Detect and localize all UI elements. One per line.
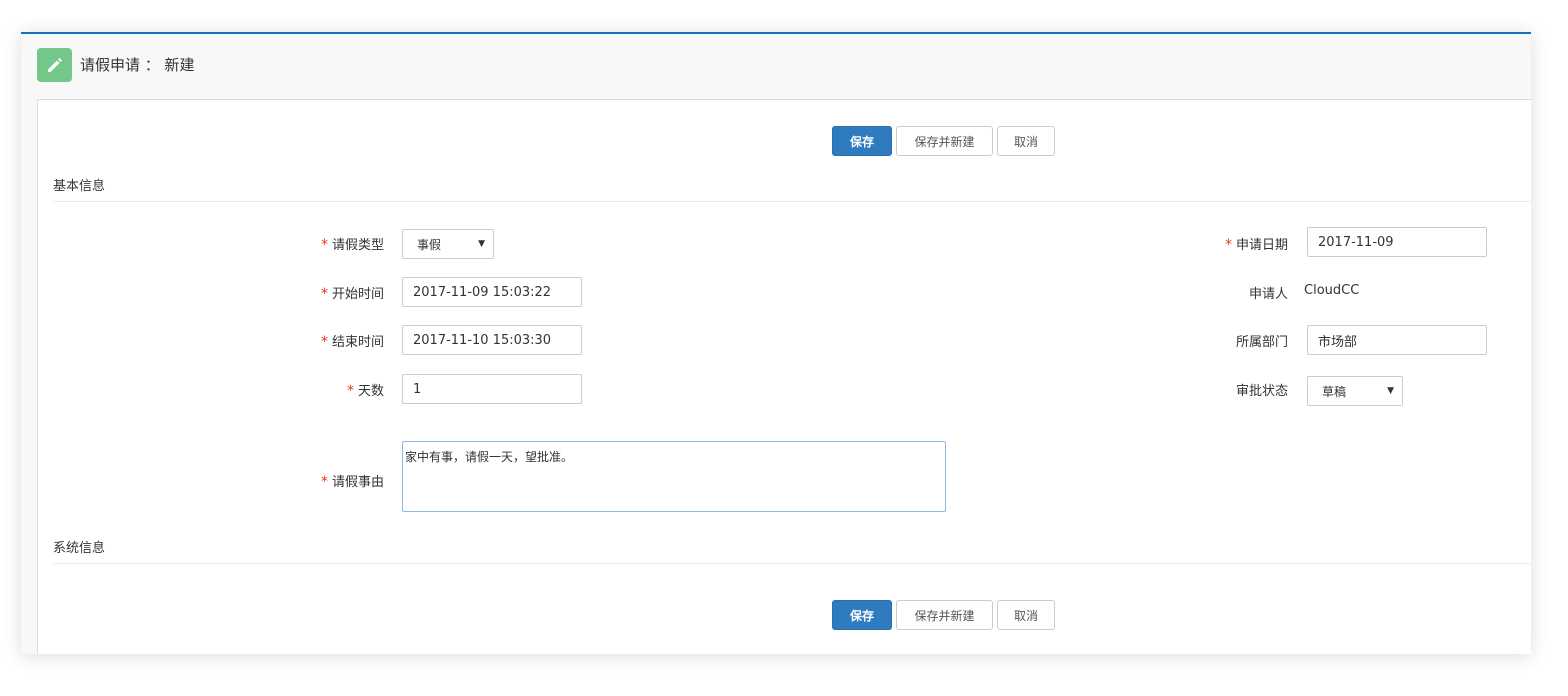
required-mark: * <box>320 334 328 350</box>
caret-down-icon: ▼ <box>478 239 485 249</box>
end-time-label: * 结束时间 <box>320 334 384 350</box>
cancel-button[interactable]: 取消 <box>997 126 1055 156</box>
section-divider <box>53 563 1531 564</box>
top-button-row: 保存 保存并新建 取消 <box>832 126 1055 156</box>
page-title: 请假申请 ： 新建 <box>80 56 195 74</box>
required-mark: * <box>320 474 328 490</box>
caret-down-icon: ▼ <box>1387 386 1394 396</box>
section-divider <box>53 201 1531 202</box>
applicant-value: CloudCC <box>1304 283 1360 298</box>
section-title-system: 系统信息 <box>53 541 106 556</box>
save-button[interactable]: 保存 <box>832 600 892 630</box>
approval-status-select[interactable]: 草稿 ▼ <box>1307 376 1403 406</box>
section-title-basic: 基本信息 <box>53 179 106 194</box>
pencil-icon <box>37 48 72 82</box>
apply-date-label: * 申请日期 <box>1224 237 1288 253</box>
form-body: 保存 保存并新建 取消 基本信息 * 请假类型 事假 ▼ * 开始时间 2017-11… <box>37 99 1531 654</box>
apply-date-input[interactable]: 2017-11-09 <box>1307 227 1487 257</box>
save-and-new-button[interactable]: 保存并新建 <box>896 126 993 156</box>
reason-textarea[interactable]: 家中有事，请假一天，望批准。 <box>402 441 946 512</box>
leave-type-select[interactable]: 事假 ▼ <box>402 229 494 259</box>
required-mark: * <box>1224 237 1232 253</box>
leave-type-label: * 请假类型 <box>320 237 384 253</box>
save-and-new-button[interactable]: 保存并新建 <box>896 600 993 630</box>
end-time-input[interactable]: 2017-11-10 15:03:30 <box>402 325 582 355</box>
reason-label: * 请假事由 <box>320 474 384 490</box>
department-label: 所属部门 <box>1235 335 1288 350</box>
required-mark: * <box>346 383 354 399</box>
applicant-label: 申请人 <box>1248 287 1288 302</box>
required-mark: * <box>320 237 328 253</box>
approval-status-label: 审批状态 <box>1235 384 1288 399</box>
start-time-input[interactable]: 2017-11-09 15:03:22 <box>402 277 582 307</box>
days-input[interactable]: 1 <box>402 374 582 404</box>
bottom-button-row: 保存 保存并新建 取消 <box>832 600 1055 630</box>
form-card: 请假申请 ： 新建 保存 保存并新建 取消 基本信息 * 请假类型 事假 ▼ * 开始… <box>21 32 1531 654</box>
start-time-label: * 开始时间 <box>320 286 384 302</box>
required-mark: * <box>320 286 328 302</box>
department-input[interactable]: 市场部 <box>1307 325 1487 355</box>
save-button[interactable]: 保存 <box>832 126 892 156</box>
cancel-button[interactable]: 取消 <box>997 600 1055 630</box>
days-label: * 天数 <box>346 383 384 399</box>
page-header: 请假申请 ： 新建 <box>21 34 1531 98</box>
